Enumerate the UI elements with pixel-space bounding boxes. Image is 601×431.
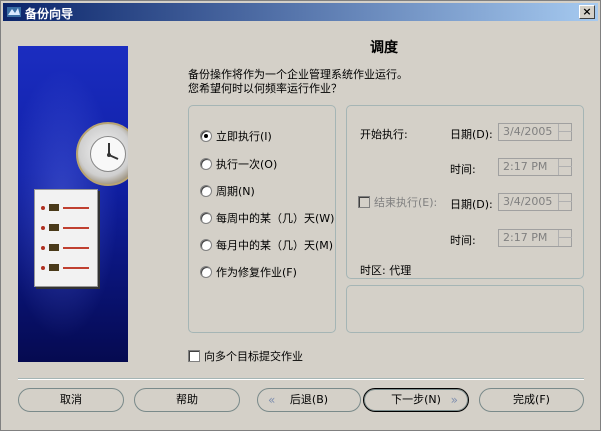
end-time-field: 2:17 PM xyxy=(498,229,572,247)
radio-button[interactable] xyxy=(200,212,212,224)
cancel-button[interactable]: 取消 xyxy=(18,388,124,412)
help-button[interactable]: 帮助 xyxy=(134,388,240,412)
start-time-field: 2:17 PM xyxy=(498,158,572,176)
start-date-spinner xyxy=(558,124,572,140)
multi-target-checkbox[interactable] xyxy=(188,350,200,362)
radio-label: 执行一次(O) xyxy=(216,158,278,171)
radio-run-immediately[interactable]: 立即执行(I) xyxy=(200,129,272,143)
start-label: 开始执行: xyxy=(360,128,408,141)
info-group xyxy=(346,285,584,333)
end-date-spinner xyxy=(558,194,572,210)
close-button[interactable]: × xyxy=(579,5,595,19)
finish-button[interactable]: 完成(F) xyxy=(479,388,584,412)
backup-wizard-window: 备份向导 × 调度 备份操作将作为一个企业管理系统作业运行。 您希望何时以何频率… xyxy=(0,0,601,431)
timezone-text: 时区: 代理 xyxy=(360,264,412,277)
start-date-label: 日期(D): xyxy=(450,128,493,141)
radio-button[interactable] xyxy=(200,158,212,170)
start-time-label: 时间: xyxy=(450,163,476,176)
document-illustration-icon xyxy=(34,189,98,287)
radio-button[interactable] xyxy=(200,239,212,251)
radio-label: 作为修复作业(F) xyxy=(216,266,297,279)
radio-monthly[interactable]: 每月中的某（几）天(M) xyxy=(200,238,333,252)
end-label: 结束执行(E): xyxy=(374,196,438,209)
intro-line-1: 备份操作将作为一个企业管理系统作业运行。 xyxy=(188,68,408,81)
end-execution-checkbox-row: 结束执行(E): xyxy=(358,195,437,209)
back-button[interactable]: « 后退(B) xyxy=(257,388,361,412)
radio-periodic[interactable]: 周期(N) xyxy=(200,184,255,198)
multi-target-checkbox-row[interactable]: 向多个目标提交作业 xyxy=(188,349,303,363)
button-divider xyxy=(18,378,584,380)
radio-button[interactable] xyxy=(200,130,212,142)
window-title: 备份向导 xyxy=(25,7,74,21)
radio-weekly[interactable]: 每周中的某（几）天(W) xyxy=(200,211,334,225)
wizard-illustration xyxy=(18,46,128,362)
end-date-field: 3/4/2005 xyxy=(498,193,572,211)
radio-fix-job[interactable]: 作为修复作业(F) xyxy=(200,265,297,279)
intro-text: 备份操作将作为一个企业管理系统作业运行。 您希望何时以何频率运行作业？ xyxy=(188,68,408,96)
title-bar: 备份向导 × xyxy=(3,3,598,21)
close-icon: × xyxy=(582,5,592,18)
radio-run-once[interactable]: 执行一次(O) xyxy=(200,157,277,171)
start-time-spinner xyxy=(558,159,572,175)
arrow-right-icon: » xyxy=(450,393,458,407)
multi-target-label: 向多个目标提交作业 xyxy=(204,350,303,363)
end-date-label: 日期(D): xyxy=(450,198,493,211)
radio-label: 每月中的某（几）天(M) xyxy=(216,239,334,252)
start-date-field: 3/4/2005 xyxy=(498,123,572,141)
radio-button[interactable] xyxy=(200,266,212,278)
radio-label: 每周中的某（几）天(W) xyxy=(216,212,335,225)
radio-label: 周期(N) xyxy=(216,185,255,198)
next-button[interactable]: 下一步(N) » xyxy=(363,388,469,412)
wizard-app-icon xyxy=(7,7,21,17)
radio-label: 立即执行(I) xyxy=(216,130,272,143)
radio-button[interactable] xyxy=(200,185,212,197)
intro-line-2: 您希望何时以何频率运行作业？ xyxy=(188,82,342,95)
end-time-spinner xyxy=(558,230,572,246)
section-title: 调度 xyxy=(370,40,398,56)
end-execution-checkbox xyxy=(358,196,370,208)
arrow-left-icon: « xyxy=(268,393,276,407)
end-time-label: 时间: xyxy=(450,234,476,247)
